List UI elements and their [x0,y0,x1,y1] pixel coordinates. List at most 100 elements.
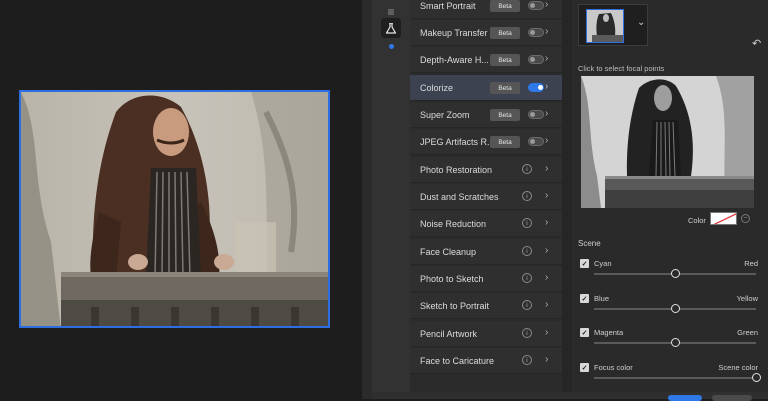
filter-label: Depth-Aware H... [420,54,489,65]
filter-toggle[interactable] [528,83,544,92]
slider-checkbox[interactable]: ✓ [580,363,589,372]
chevron-right-icon[interactable]: › [545,327,548,338]
filter-label: Noise Reduction [420,218,487,229]
filter-toggle[interactable] [528,137,544,146]
filter-item-face-cleanup[interactable]: Face Cleanup i › [410,239,562,265]
slider-left-label: Blue [594,294,610,303]
filter-item-makeup-transfer[interactable]: Makeup Transfer Beta › [410,20,562,46]
filter-label: Photo to Sketch [420,273,484,284]
focal-points-caption: Click to select focal points [578,64,665,73]
info-icon[interactable]: i [522,300,532,310]
slider-checkbox[interactable]: ✓ [580,259,589,268]
slider-left-label: Magenta [594,328,624,337]
slider-focus-scene: ✓ Focus color Scene color [578,363,761,393]
filter-item-sketch-to-portrait[interactable]: Sketch to Portrait i › [410,293,562,319]
filter-item-smart-portrait[interactable]: Smart Portrait Beta › [410,0,562,19]
filter-label: Photo Restoration [420,164,493,175]
filter-item-super-zoom[interactable]: Super Zoom Beta › [410,102,562,128]
slider-right-label: Scene color [718,363,758,372]
document-image[interactable] [19,90,330,328]
beta-badge: Beta [490,109,520,121]
filter-item-jpeg-artifacts[interactable]: JPEG Artifacts R... Beta › [410,129,562,155]
slider-blue-yellow: ✓ Blue Yellow [578,294,758,324]
beta-badge: Beta [490,0,520,12]
slider-handle[interactable] [670,338,680,347]
filter-item-pencil-artwork[interactable]: Pencil Artwork i › [410,321,562,347]
bottom-action-bar [372,392,768,399]
filter-item-dust-and-scratches[interactable]: Dust and Scratches i › [410,184,562,210]
canvas-area [0,0,362,399]
remove-color-icon[interactable]: − [741,214,750,223]
slider-left-label: Cyan [594,259,612,268]
slider-handle[interactable] [670,269,680,278]
info-icon[interactable]: i [522,164,532,174]
preset-dropdown[interactable]: ⌄ [578,4,648,46]
slider-right-label: Red [744,259,758,268]
beta-badge: Beta [490,54,520,66]
chevron-right-icon[interactable]: › [545,299,548,310]
chevron-right-icon[interactable]: › [545,135,548,146]
chevron-right-icon[interactable]: › [545,272,548,283]
filter-item-colorize[interactable]: Colorize Beta › [410,75,562,101]
filter-label: Smart Portrait [420,0,476,11]
slider-handle[interactable] [751,373,761,382]
chevron-right-icon[interactable]: › [545,81,548,92]
beta-badge: Beta [490,82,520,94]
filter-list: Smart Portrait Beta › Makeup Transfer Be… [410,0,562,399]
reset-icon[interactable]: ↶ [752,37,761,50]
filter-item-photo-to-sketch[interactable]: Photo to Sketch i › [410,266,562,292]
preset-thumbnail [586,9,624,43]
ok-button[interactable] [668,395,702,401]
panel-scrollbar[interactable] [562,0,572,399]
chevron-right-icon[interactable]: › [545,163,548,174]
color-swatch[interactable] [710,212,737,225]
beta-badge: Beta [490,136,520,148]
filter-toggle[interactable] [528,110,544,119]
scene-label: Scene [578,239,601,248]
icon-rail: ≡ [372,0,411,399]
filter-label: Face to Caricature [420,355,495,366]
chevron-right-icon[interactable]: › [545,26,548,37]
filter-label: Face Cleanup [420,246,477,257]
chevron-right-icon[interactable]: › [545,217,548,228]
chevron-right-icon[interactable]: › [545,354,548,365]
slider-handle[interactable] [670,304,680,313]
chevron-right-icon[interactable]: › [545,245,548,256]
chevron-right-icon[interactable]: › [545,0,548,10]
filter-item-depth-aware[interactable]: Depth-Aware H... Beta › [410,47,562,73]
filter-label: JPEG Artifacts R... [420,136,495,147]
filter-item-noise-reduction[interactable]: Noise Reduction i › [410,211,562,237]
chevron-down-icon[interactable]: ⌄ [637,17,645,28]
slider-checkbox[interactable]: ✓ [580,294,589,303]
slider-cyan-red: ✓ Cyan Red [578,259,758,289]
chevron-right-icon[interactable]: › [545,108,548,119]
slider-magenta-green: ✓ Magenta Green [578,328,758,358]
filter-label: Colorize [420,82,454,93]
info-icon[interactable]: i [522,355,532,365]
slider-left-label: Focus color [594,363,633,372]
filter-toggle[interactable] [528,28,544,37]
info-icon[interactable]: i [522,246,532,256]
slider-checkbox[interactable]: ✓ [580,328,589,337]
chevron-right-icon[interactable]: › [545,53,548,64]
panel-divider[interactable] [362,0,372,399]
info-icon[interactable]: i [522,218,532,228]
chevron-right-icon[interactable]: › [545,190,548,201]
filter-item-face-to-caricature[interactable]: Face to Caricature i › [410,348,562,374]
info-icon[interactable]: i [522,328,532,338]
filter-label: Super Zoom [420,109,470,120]
info-icon[interactable]: i [522,273,532,283]
filter-label: Pencil Artwork [420,328,478,339]
color-label: Color [688,216,706,225]
beta-badge: Beta [490,27,520,39]
info-icon[interactable]: i [522,191,532,201]
focal-point-image[interactable] [581,76,754,208]
flask-icon[interactable] [381,18,401,38]
filter-label: Sketch to Portrait [420,300,490,311]
cancel-button[interactable] [712,395,752,401]
filter-toggle[interactable] [528,1,544,10]
filter-item-photo-restoration[interactable]: Photo Restoration i › [410,157,562,183]
slider-right-label: Yellow [736,294,758,303]
filter-toggle[interactable] [528,55,544,64]
slider-track[interactable] [594,377,756,379]
